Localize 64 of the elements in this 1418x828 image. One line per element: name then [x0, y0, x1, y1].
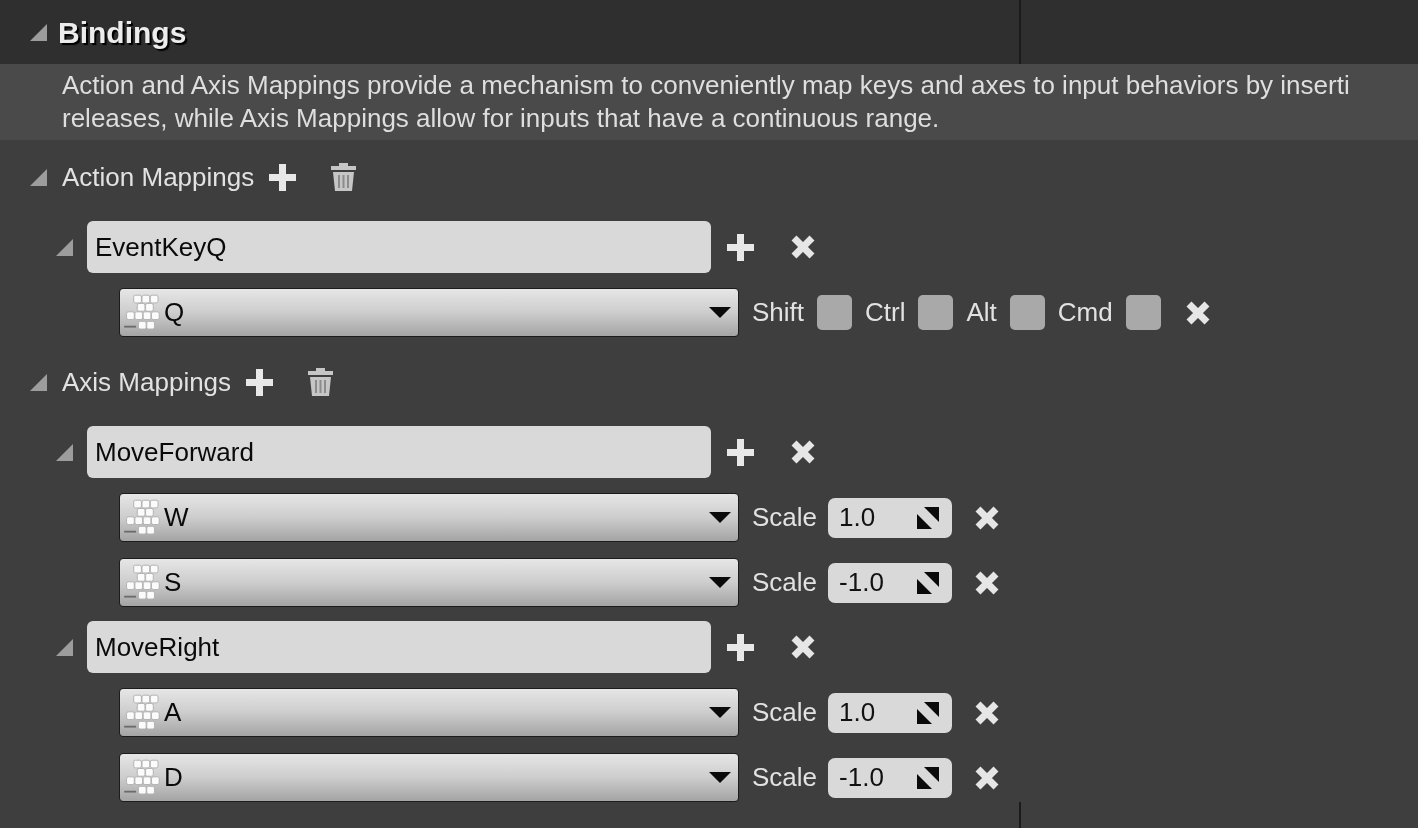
expanded-triangle-icon[interactable]: [56, 238, 73, 256]
modifier-label: Ctrl: [865, 296, 906, 329]
plus-icon[interactable]: [727, 633, 754, 661]
close-icon[interactable]: [1184, 299, 1211, 326]
group-label: Axis Mappings: [62, 365, 232, 399]
scale-field[interactable]: 1.0: [828, 692, 953, 733]
close-icon[interactable]: [974, 764, 1001, 791]
expanded-triangle-icon[interactable]: [30, 168, 47, 186]
plus-icon[interactable]: [727, 233, 754, 261]
expanded-triangle-icon[interactable]: [56, 443, 73, 461]
key-selector[interactable]: W: [119, 493, 739, 542]
section-title: Bindings: [58, 14, 187, 51]
close-icon[interactable]: [974, 699, 1001, 726]
checkbox[interactable]: [1125, 295, 1161, 330]
close-icon[interactable]: [790, 234, 816, 260]
caret-icon: [709, 512, 731, 523]
caret-icon: [709, 577, 731, 588]
mapping-name-field[interactable]: MoveRight: [87, 621, 711, 673]
modifier-label: Alt: [966, 296, 997, 329]
expanded-triangle-icon[interactable]: [56, 638, 73, 656]
trash-icon[interactable]: [331, 163, 357, 191]
checkbox[interactable]: [918, 295, 954, 330]
description-text: releases, while Axis Mappings allow for inputs that have a continuous range.: [62, 102, 941, 135]
plus-icon[interactable]: [727, 438, 754, 466]
plus-icon[interactable]: [269, 163, 297, 191]
mapping-name-field[interactable]: MoveForward: [87, 426, 711, 478]
drag-handle-icon[interactable]: [917, 571, 940, 594]
scale-label: Scale: [752, 761, 818, 794]
caret-icon: [709, 707, 731, 718]
description-text: Action and Axis Mappings provide a mechanism to conveniently map keys and axes to input behaviors by inserti: [62, 69, 1351, 102]
keyboard-icon: [123, 693, 161, 732]
scale-label: Scale: [752, 696, 818, 729]
scale-field[interactable]: -1.0: [828, 757, 953, 798]
keyboard-icon: [123, 563, 161, 602]
expanded-triangle-icon[interactable]: [30, 373, 47, 391]
checkbox[interactable]: [1009, 295, 1045, 330]
drag-handle-icon[interactable]: [917, 506, 940, 529]
plus-icon[interactable]: [246, 368, 274, 396]
scale-field[interactable]: -1.0: [828, 562, 953, 603]
group-label: Action Mappings: [62, 160, 255, 194]
scale-field[interactable]: 1.0: [828, 497, 953, 538]
keyboard-icon: [123, 498, 161, 537]
key-selector[interactable]: S: [119, 558, 739, 607]
close-icon[interactable]: [974, 569, 1001, 596]
modifier-label: Cmd: [1057, 296, 1113, 329]
keyboard-icon: [123, 758, 161, 797]
key-selector[interactable]: D: [119, 753, 739, 802]
expanded-triangle-icon[interactable]: [30, 23, 47, 41]
drag-handle-icon[interactable]: [917, 701, 940, 724]
keyboard-icon: [123, 293, 161, 332]
close-icon[interactable]: [790, 634, 816, 660]
trash-icon[interactable]: [308, 368, 334, 396]
caret-icon: [709, 772, 731, 783]
key-selector[interactable]: A: [119, 688, 739, 737]
close-icon[interactable]: [974, 504, 1001, 531]
close-icon[interactable]: [790, 439, 816, 465]
scale-label: Scale: [752, 501, 818, 534]
mapping-name-field[interactable]: EventKeyQ: [87, 221, 711, 273]
drag-handle-icon[interactable]: [917, 766, 940, 789]
caret-icon: [709, 307, 731, 318]
checkbox[interactable]: [817, 295, 853, 330]
modifier-label: Shift: [752, 296, 805, 329]
key-selector[interactable]: Q: [119, 288, 739, 337]
scale-label: Scale: [752, 566, 818, 599]
